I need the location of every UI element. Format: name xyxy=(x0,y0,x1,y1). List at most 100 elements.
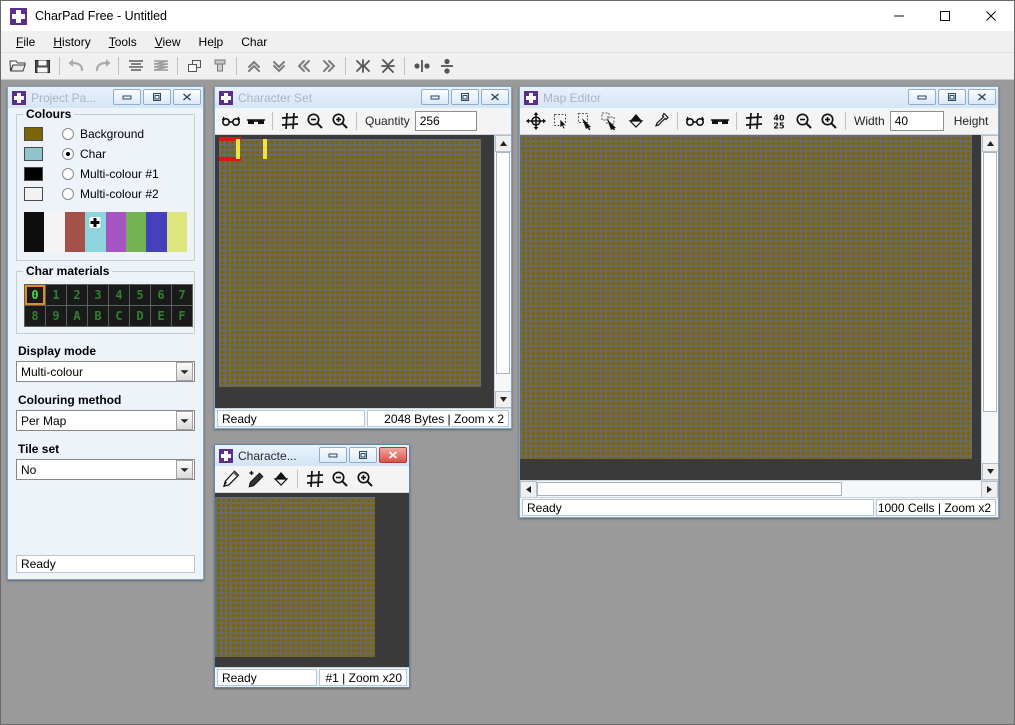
selected-char-cell-right[interactable] xyxy=(263,139,267,159)
restore-icon[interactable] xyxy=(143,89,171,105)
collapse-vertical-icon[interactable] xyxy=(375,54,400,78)
scroll-down-button[interactable] xyxy=(982,463,998,480)
minimize-icon[interactable] xyxy=(319,447,347,463)
character-editor-canvas[interactable] xyxy=(215,493,409,667)
pencil-icon[interactable] xyxy=(218,467,243,491)
selected-char-cell[interactable] xyxy=(236,139,240,159)
scroll-track[interactable] xyxy=(982,152,998,463)
material-cell-9[interactable]: 9 xyxy=(46,306,66,326)
palette-swatch-7[interactable] xyxy=(166,212,187,252)
close-button[interactable] xyxy=(968,1,1014,31)
palette-swatch-0[interactable] xyxy=(24,212,45,252)
project-panel-title-bar[interactable]: Project Pa... xyxy=(8,87,203,108)
swatch-multicolour-1[interactable] xyxy=(24,167,43,181)
move-down-icon[interactable] xyxy=(266,54,291,78)
close-icon[interactable] xyxy=(481,89,509,105)
save-icon[interactable] xyxy=(30,54,55,78)
minimize-icon[interactable] xyxy=(908,89,936,105)
material-cell-3[interactable]: 3 xyxy=(88,285,108,305)
scroll-track[interactable] xyxy=(537,481,981,497)
scroll-thumb[interactable] xyxy=(537,482,842,496)
map-editor-vertical-scrollbar[interactable] xyxy=(981,135,998,480)
move-up-icon[interactable] xyxy=(241,54,266,78)
material-cell-b[interactable]: B xyxy=(88,306,108,326)
glasses-closed-icon[interactable] xyxy=(707,109,732,133)
zigzag-lines-icon[interactable] xyxy=(148,54,173,78)
zoom-out-icon[interactable] xyxy=(327,467,352,491)
chevron-down-icon[interactable] xyxy=(176,362,193,381)
split-vertical-icon[interactable] xyxy=(434,54,459,78)
colour-row-multicolour-1[interactable]: Multi-colour #1 xyxy=(24,164,187,184)
character-set-grid[interactable] xyxy=(219,139,481,387)
maximize-button[interactable] xyxy=(922,1,968,31)
material-cell-d[interactable]: D xyxy=(130,306,150,326)
material-cell-c[interactable]: C xyxy=(109,306,129,326)
zoom-out-icon[interactable] xyxy=(302,109,327,133)
menu-history[interactable]: History xyxy=(44,33,99,51)
zoom-in-icon[interactable] xyxy=(327,109,352,133)
material-cell-f[interactable]: F xyxy=(172,306,192,326)
copy-icon[interactable] xyxy=(182,54,207,78)
eyedropper-icon[interactable] xyxy=(648,109,673,133)
zoom-out-icon[interactable] xyxy=(791,109,816,133)
scroll-thumb[interactable] xyxy=(983,152,997,412)
dimensions-4025-icon[interactable]: 40 25 xyxy=(766,109,791,133)
select-tool-icon[interactable] xyxy=(548,109,573,133)
grid-icon[interactable] xyxy=(277,109,302,133)
material-cell-4[interactable]: 4 xyxy=(109,285,129,305)
minimize-button[interactable] xyxy=(876,1,922,31)
tile-set-select[interactable]: No xyxy=(16,459,195,480)
scroll-track[interactable] xyxy=(495,152,511,391)
palette-swatch-1[interactable] xyxy=(44,212,65,252)
move-right-icon[interactable] xyxy=(316,54,341,78)
minimize-icon[interactable] xyxy=(113,89,141,105)
character-set-vertical-scrollbar[interactable] xyxy=(494,135,511,408)
split-horizontal-icon[interactable] xyxy=(409,54,434,78)
display-mode-select[interactable]: Multi-colour xyxy=(16,361,195,382)
palette-swatch-6[interactable] xyxy=(146,212,167,252)
grid-icon[interactable] xyxy=(741,109,766,133)
material-cell-5[interactable]: 5 xyxy=(130,285,150,305)
scroll-up-button[interactable] xyxy=(982,135,998,152)
glasses-open-icon[interactable] xyxy=(218,109,243,133)
colour-row-background[interactable]: Background xyxy=(24,124,187,144)
paste-icon[interactable] xyxy=(207,54,232,78)
quantity-input[interactable]: 256 xyxy=(414,111,477,131)
material-cell-1[interactable]: 1 xyxy=(46,285,66,305)
move-tool-icon[interactable] xyxy=(523,109,548,133)
menu-help[interactable]: Help xyxy=(190,33,233,51)
minimize-icon[interactable] xyxy=(421,89,449,105)
chevron-down-icon[interactable] xyxy=(176,411,193,430)
clone-tool-icon[interactable] xyxy=(598,109,623,133)
scroll-left-button[interactable] xyxy=(520,481,537,497)
material-cell-e[interactable]: E xyxy=(151,306,171,326)
scroll-thumb[interactable] xyxy=(496,152,510,374)
radio-multicolour-2[interactable] xyxy=(62,188,74,200)
palette-swatch-3[interactable] xyxy=(85,212,106,252)
zoom-in-icon[interactable] xyxy=(816,109,841,133)
undo-icon[interactable] xyxy=(64,54,89,78)
character-set-canvas[interactable] xyxy=(215,135,494,408)
restore-icon[interactable] xyxy=(349,447,377,463)
character-set-title-bar[interactable]: Character Set xyxy=(215,87,511,108)
swatch-multicolour-2[interactable] xyxy=(24,187,43,201)
map-editor-canvas[interactable] xyxy=(520,135,981,480)
colour-row-multicolour-2[interactable]: Multi-colour #2 xyxy=(24,184,187,204)
width-input[interactable]: 40 xyxy=(889,111,944,131)
material-cell-7[interactable]: 7 xyxy=(172,285,192,305)
material-cell-0[interactable]: 0 xyxy=(25,285,45,305)
menu-tools[interactable]: Tools xyxy=(100,33,146,51)
material-cell-2[interactable]: 2 xyxy=(67,285,87,305)
colour-row-char[interactable]: Char xyxy=(24,144,187,164)
fill-tool-icon[interactable] xyxy=(268,467,293,491)
close-icon[interactable] xyxy=(173,89,201,105)
close-icon[interactable] xyxy=(968,89,996,105)
material-cell-a[interactable]: A xyxy=(67,306,87,326)
material-cell-6[interactable]: 6 xyxy=(151,285,171,305)
close-icon[interactable] xyxy=(379,447,407,463)
palette-swatch-2[interactable] xyxy=(64,212,86,252)
glasses-open-icon[interactable] xyxy=(682,109,707,133)
scroll-down-button[interactable] xyxy=(495,391,511,408)
map-editor-horizontal-scrollbar[interactable] xyxy=(520,480,998,497)
palette-swatch-5[interactable] xyxy=(125,212,147,252)
